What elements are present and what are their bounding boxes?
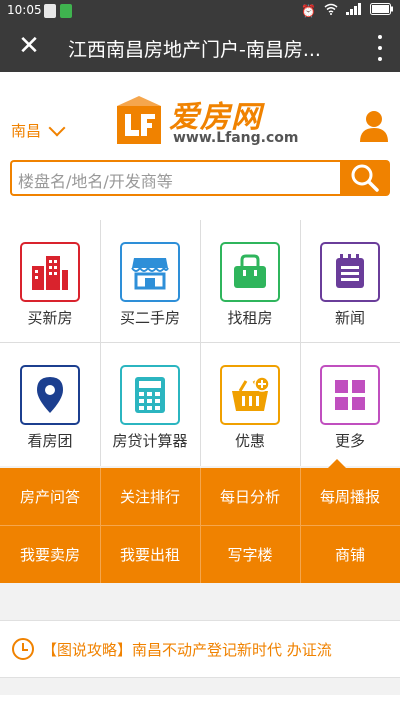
- sim-icon: [44, 4, 56, 18]
- search-icon: [351, 164, 379, 192]
- close-icon[interactable]: ✕: [14, 31, 44, 61]
- calculator-icon: [120, 365, 180, 425]
- city-label: 南昌: [11, 122, 42, 140]
- news-headline[interactable]: 【图说攻略】南昌不动产登记新时代 办证流: [42, 639, 332, 660]
- chevron-down-icon: [48, 119, 66, 136]
- menu-item-office[interactable]: 写字楼: [200, 526, 300, 583]
- menu-pointer: [328, 459, 346, 468]
- grid-item-label: 买新房: [27, 309, 73, 327]
- site-header: 南昌 爱房网 www.Lfang.com 楼盘名/地名/开发商等: [0, 72, 400, 220]
- grid-item-deals[interactable]: 优惠: [200, 343, 300, 466]
- wifi-icon: [324, 3, 338, 18]
- grid-item-second-hand[interactable]: 买二手房: [100, 220, 200, 343]
- location-pin-icon: [20, 365, 80, 425]
- notification-icon: [60, 4, 72, 18]
- menu-item-shops[interactable]: 商铺: [300, 526, 400, 583]
- clock-icon: [12, 638, 34, 660]
- menu-item-weekly-report[interactable]: 每周播报: [300, 468, 400, 525]
- signal-icon: [346, 3, 362, 18]
- grid-item-label: 优惠: [234, 432, 265, 450]
- building-icon: [20, 242, 80, 302]
- bag-icon: [220, 242, 280, 302]
- menu-item-daily-analysis[interactable]: 每日分析: [200, 468, 300, 525]
- grid-item-label: 新闻: [334, 309, 365, 327]
- grid-item-new-home[interactable]: 买新房: [0, 220, 100, 343]
- grid-item-news[interactable]: 新闻: [300, 220, 400, 343]
- search-placeholder: 楼盘名/地名/开发商等: [18, 172, 173, 191]
- menu-item-ranking[interactable]: 关注排行: [100, 468, 200, 525]
- alarm-icon: ⏰: [301, 3, 316, 18]
- grid-item-label: 买二手房: [119, 309, 180, 327]
- news-icon: [320, 242, 380, 302]
- status-time: 10:05: [7, 3, 42, 17]
- logo-mark-icon: [117, 96, 161, 144]
- status-bar: 10:05 ⏰: [0, 0, 400, 22]
- menu-item-qa[interactable]: 房产问答: [0, 468, 100, 525]
- page-title: 江西南昌房地产门户-南昌房...: [68, 39, 321, 61]
- quick-menu: 房产问答 关注排行 每日分析 每周播报 我要卖房 我要出租 写字楼 商铺: [0, 459, 400, 583]
- grid-item-viewing-group[interactable]: 看房团: [0, 343, 100, 466]
- menu-item-sell[interactable]: 我要卖房: [0, 526, 100, 583]
- news-ticker[interactable]: 【图说攻略】南昌不动产登记新时代 办证流: [0, 620, 400, 678]
- grid-item-label: 看房团: [27, 432, 73, 450]
- menu-item-rent-out[interactable]: 我要出租: [100, 526, 200, 583]
- shop-icon: [120, 242, 180, 302]
- next-section: [0, 695, 400, 711]
- search-button[interactable]: [340, 160, 390, 196]
- basket-icon: [220, 365, 280, 425]
- battery-icon: [370, 3, 394, 18]
- more-grid-icon: [320, 365, 380, 425]
- feature-grid: 买新房 买二手房 找租房 新闻 看房团 房贷计算器 优惠 更多: [0, 220, 400, 466]
- grid-item-label: 更多: [334, 432, 365, 450]
- section-divider: [0, 583, 400, 603]
- city-selector[interactable]: 南昌: [11, 119, 66, 141]
- user-icon[interactable]: [360, 110, 388, 142]
- site-logo[interactable]: 爱房网 www.Lfang.com: [117, 92, 299, 152]
- grid-item-rental[interactable]: 找租房: [200, 220, 300, 343]
- grid-item-mortgage-calculator[interactable]: 房贷计算器: [100, 343, 200, 466]
- title-bar: ✕ 江西南昌房地产门户-南昌房...: [0, 22, 400, 72]
- grid-item-label: 找租房: [227, 309, 273, 327]
- grid-item-label: 房贷计算器: [112, 432, 188, 450]
- more-options-icon[interactable]: [376, 35, 384, 61]
- logo-url: www.Lfang.com: [173, 130, 299, 146]
- search-input[interactable]: 楼盘名/地名/开发商等: [10, 160, 340, 196]
- grid-item-more[interactable]: 更多: [300, 343, 400, 466]
